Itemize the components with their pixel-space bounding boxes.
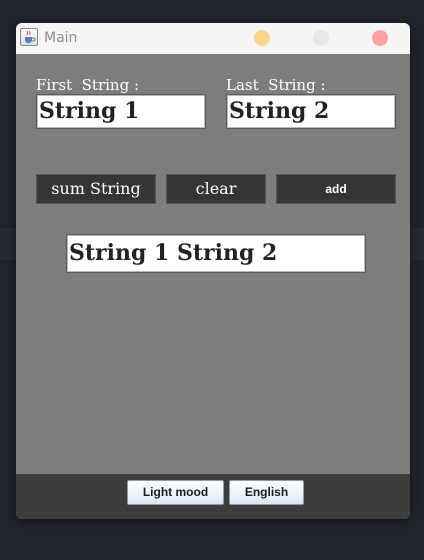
- clear-button[interactable]: clear: [166, 174, 266, 204]
- first-string-field[interactable]: String 1: [36, 94, 206, 129]
- close-button[interactable]: [372, 30, 388, 46]
- java-cup-icon: [20, 28, 38, 46]
- first-string-label: First String :: [36, 76, 139, 94]
- result-field[interactable]: String 1 String 2: [66, 234, 366, 273]
- window-title: Main: [44, 30, 78, 46]
- maximize-button[interactable]: [313, 30, 329, 46]
- last-string-field[interactable]: String 2: [226, 94, 396, 129]
- light-mode-button[interactable]: Light mood: [127, 480, 224, 505]
- title-bar[interactable]: Main: [16, 23, 410, 54]
- sum-string-button[interactable]: sum String: [36, 174, 156, 204]
- main-window: Main First String : String 1 Last String…: [16, 23, 410, 519]
- footer-bar: Light mood English: [16, 474, 410, 519]
- language-button[interactable]: English: [229, 480, 304, 505]
- last-string-label: Last String :: [226, 76, 326, 94]
- minimize-button[interactable]: [254, 30, 270, 46]
- content-panel: First String : String 1 Last String : St…: [16, 54, 410, 474]
- add-button[interactable]: add: [276, 174, 396, 204]
